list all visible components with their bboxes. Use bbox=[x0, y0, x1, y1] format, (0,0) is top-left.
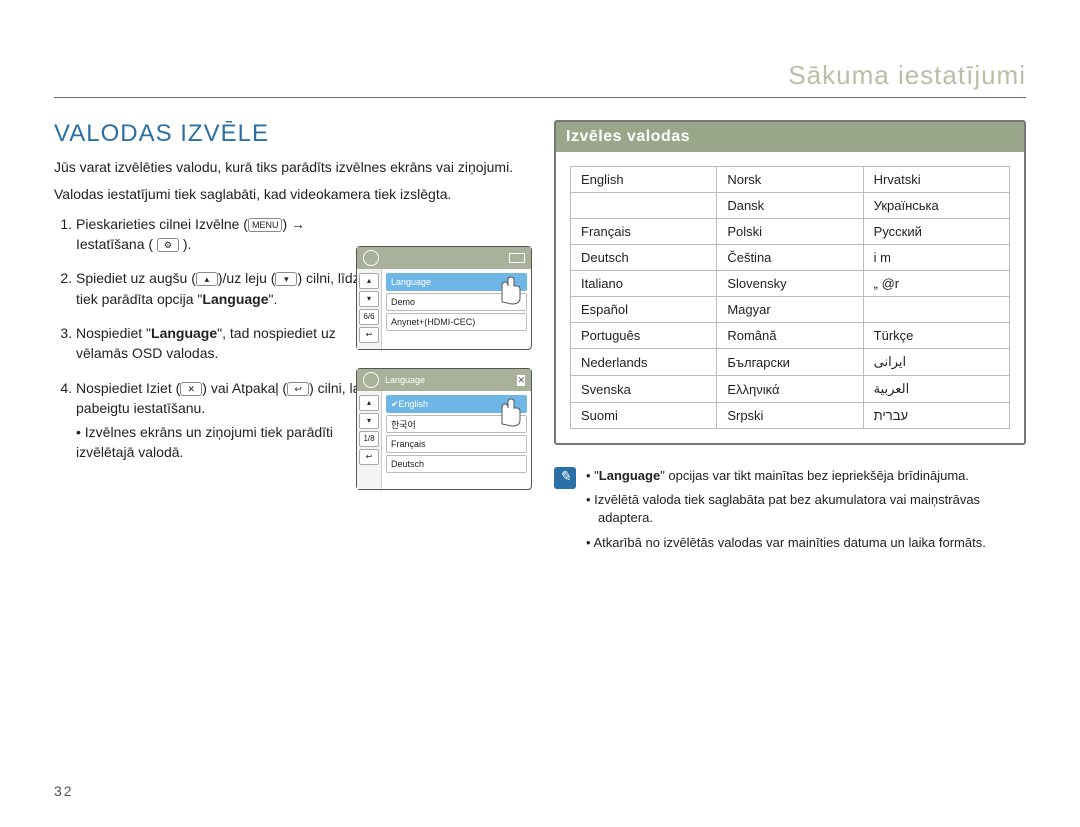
running-head: Sākuma iestatījumi bbox=[54, 60, 1026, 91]
shot2-sidebar: ▴ ▾ 1/8 ↩ bbox=[357, 391, 382, 489]
language-cell: Svenska bbox=[571, 376, 717, 403]
intro-paragraph-2: Valodas iestatījumi tiek saglabāti, kad … bbox=[54, 185, 524, 204]
table-row: NederlandsБългарскиایرانی bbox=[571, 349, 1010, 376]
table-row: DanskУкраїнська bbox=[571, 193, 1010, 219]
language-cell: „ @r bbox=[863, 271, 1009, 297]
language-cell: Norsk bbox=[717, 167, 863, 193]
note-1: "Language" opcijas var tikt mainītas bez… bbox=[586, 467, 1026, 485]
down-icon: ▾ bbox=[275, 272, 297, 286]
step-4-note: Izvēlnes ekrāns un ziņojumi tiek parādīt… bbox=[76, 422, 376, 463]
table-row: ItalianoSlovensky„ @r bbox=[571, 271, 1010, 297]
language-cell: Español bbox=[571, 297, 717, 323]
table-row: FrançaisPolskiРусский bbox=[571, 219, 1010, 245]
step-2: Spiediet uz augšu (▴)/uz leju (▾) cilni,… bbox=[76, 268, 376, 309]
note-2: Izvēlētā valoda tiek saglabāta pat bez a… bbox=[586, 491, 1026, 527]
language-cell: Română bbox=[717, 323, 863, 349]
section-title: VALODAS IZVĒLE bbox=[54, 120, 524, 148]
page-counter: 1/8 bbox=[359, 431, 379, 447]
pointer-hand-icon bbox=[492, 272, 528, 308]
table-row: DeutschČeštinai m bbox=[571, 245, 1010, 271]
close-button[interactable]: ✕ bbox=[517, 375, 525, 386]
shot2-title: Language bbox=[385, 375, 425, 385]
list-item[interactable]: Deutsch bbox=[386, 455, 527, 473]
down-button[interactable]: ▾ bbox=[359, 413, 379, 429]
divider bbox=[54, 97, 1026, 98]
language-cell: Magyar bbox=[717, 297, 863, 323]
gear-icon bbox=[363, 250, 379, 266]
back-button[interactable]: ↩ bbox=[359, 449, 379, 465]
language-cell: Українська bbox=[863, 193, 1009, 219]
language-cell: Čeština bbox=[717, 245, 863, 271]
language-cell: Suomi bbox=[571, 403, 717, 429]
back-button[interactable]: ↩ bbox=[359, 327, 379, 343]
right-column: Izvēles valodas EnglishNorskHrvatskiDans… bbox=[554, 120, 1026, 558]
step-4: Nospiediet Iziet (✕) vai Atpakaļ (↩) cil… bbox=[76, 378, 376, 463]
language-cell: Italiano bbox=[571, 271, 717, 297]
language-cell bbox=[571, 193, 717, 219]
shot1-sidebar: ▴ ▾ 6/6 ↩ bbox=[357, 269, 382, 349]
language-cell: Nederlands bbox=[571, 349, 717, 376]
steps-list: Pieskarieties cilnei Izvēlne (MENU) → Ie… bbox=[54, 214, 376, 463]
intro-paragraph-1: Jūs varat izvēlēties valodu, kurā tiks p… bbox=[54, 158, 524, 177]
table-row: SvenskaΕλληνικάالعربية bbox=[571, 376, 1010, 403]
language-cell: Srpski bbox=[717, 403, 863, 429]
language-cell: ایرانی bbox=[863, 349, 1009, 376]
language-cell: עברית bbox=[863, 403, 1009, 429]
page-number: 32 bbox=[54, 783, 74, 799]
table-row: EspañolMagyar bbox=[571, 297, 1010, 323]
list-item[interactable]: Anynet+(HDMI-CEC) bbox=[386, 313, 527, 331]
back-icon: ↩ bbox=[287, 382, 309, 396]
language-cell: Русский bbox=[863, 219, 1009, 245]
down-button[interactable]: ▾ bbox=[359, 291, 379, 307]
step-1: Pieskarieties cilnei Izvēlne (MENU) → Ie… bbox=[76, 214, 376, 255]
table-row: EnglishNorskHrvatski bbox=[571, 167, 1010, 193]
language-cell: Ελληνικά bbox=[717, 376, 863, 403]
language-cell: العربية bbox=[863, 376, 1009, 403]
menu-chip: MENU bbox=[248, 218, 283, 232]
language-cell: Slovensky bbox=[717, 271, 863, 297]
pointer-hand-icon bbox=[492, 394, 528, 430]
language-cell: Türkçe bbox=[863, 323, 1009, 349]
close-icon: ✕ bbox=[180, 382, 202, 396]
language-cell bbox=[863, 297, 1009, 323]
up-button[interactable]: ▴ bbox=[359, 395, 379, 411]
language-cell: Hrvatski bbox=[863, 167, 1009, 193]
language-cell: Português bbox=[571, 323, 717, 349]
content-columns: VALODAS IZVĒLE Jūs varat izvēlēties valo… bbox=[54, 120, 1026, 558]
step-3: Nospiediet "Language", tad nospiediet uz… bbox=[76, 323, 376, 364]
language-options-box: Izvēles valodas EnglishNorskHrvatskiDans… bbox=[554, 120, 1026, 445]
gear-icon: ⚙ bbox=[157, 238, 179, 252]
language-cell: Polski bbox=[717, 219, 863, 245]
page: Sākuma iestatījumi VALODAS IZVĒLE Jūs va… bbox=[0, 0, 1080, 827]
language-table: EnglishNorskHrvatskiDanskУкраїнськаFranç… bbox=[570, 166, 1010, 429]
note-3: Atkarībā no izvēlētās valodas var mainīt… bbox=[586, 534, 1026, 552]
language-box-header: Izvēles valodas bbox=[556, 122, 1024, 152]
table-row: SuomiSrpskiעברית bbox=[571, 403, 1010, 429]
gear-icon bbox=[363, 372, 379, 388]
table-row: PortuguêsRomânăTürkçe bbox=[571, 323, 1010, 349]
language-cell: i m bbox=[863, 245, 1009, 271]
language-cell: Dansk bbox=[717, 193, 863, 219]
language-cell: Български bbox=[717, 349, 863, 376]
notes-list: "Language" opcijas var tikt mainītas bez… bbox=[586, 467, 1026, 558]
language-cell: English bbox=[571, 167, 717, 193]
notes-block: ✎ "Language" opcijas var tikt mainītas b… bbox=[554, 467, 1026, 558]
list-item[interactable]: Français bbox=[386, 435, 527, 453]
note-icon: ✎ bbox=[554, 467, 576, 489]
language-cell: Français bbox=[571, 219, 717, 245]
battery-icon bbox=[509, 253, 525, 263]
up-button[interactable]: ▴ bbox=[359, 273, 379, 289]
page-counter: 6/6 bbox=[359, 309, 379, 325]
language-cell: Deutsch bbox=[571, 245, 717, 271]
up-icon: ▴ bbox=[196, 272, 218, 286]
